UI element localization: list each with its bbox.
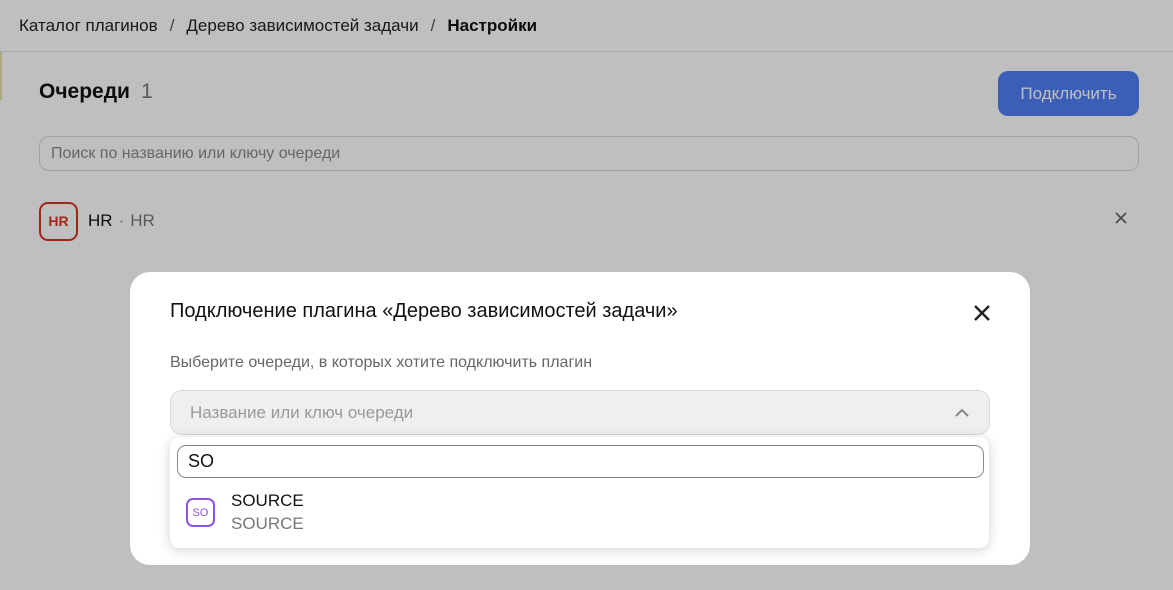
dropdown-search-input[interactable]: SO [177,445,984,478]
dropdown-search-value: SO [188,451,215,471]
queue-select-placeholder: Название или ключ очереди [190,402,414,422]
modal-subtitle: Выберите очереди, в которых хотите подкл… [170,354,593,371]
option-key: SOURCE [231,514,304,533]
queue-dropdown: SO SO SOURCE SOURCE [170,437,989,548]
option-avatar: SO [186,498,215,527]
modal-title: Подключение плагина «Дерево зависимостей… [170,300,678,322]
queue-select[interactable]: Название или ключ очереди [170,390,990,435]
close-icon[interactable] [969,300,995,326]
dropdown-option[interactable]: SO SOURCE SOURCE [170,489,989,539]
chevron-up-icon [953,404,971,422]
option-name: SOURCE [231,491,304,510]
